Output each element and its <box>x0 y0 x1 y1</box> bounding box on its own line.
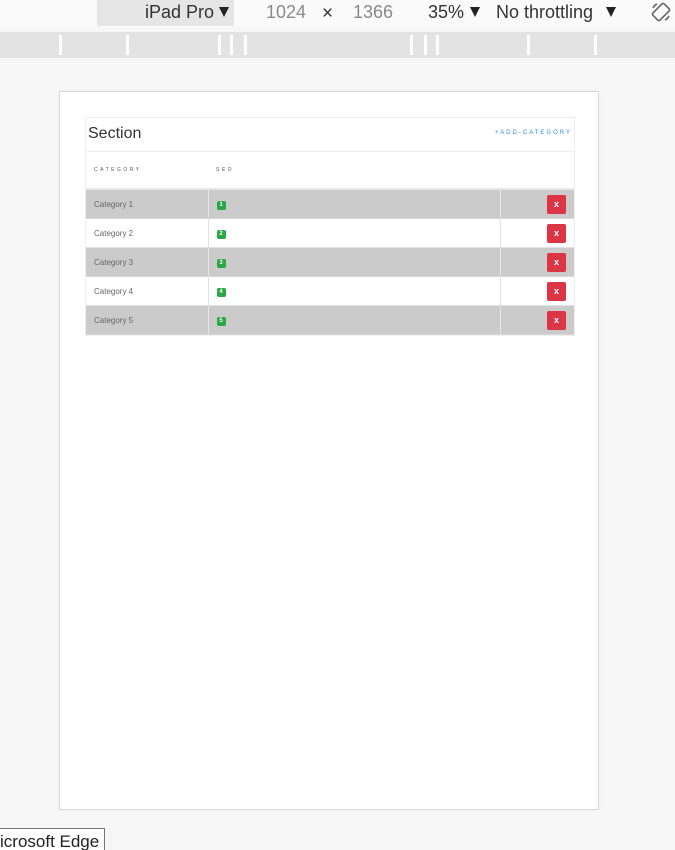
device-viewport: Section +ADD-CATEGORY CATEGORY SEO Categ… <box>59 91 599 810</box>
seo-cell: 2 <box>208 218 501 248</box>
category-name: Category 1 <box>86 189 209 219</box>
delete-button[interactable]: x <box>547 223 566 243</box>
table-row: Category 3 3 x <box>86 247 574 277</box>
seo-cell: 3 <box>208 247 501 277</box>
dimension-separator: × <box>322 3 334 24</box>
height-input[interactable]: 1366 <box>353 2 393 23</box>
taskbar-tooltip: icrosoft Edge <box>0 828 106 850</box>
table-row: Category 5 5 x <box>86 305 574 335</box>
seo-badge: 2 <box>216 229 226 239</box>
width-input[interactable]: 1024 <box>266 2 306 23</box>
ruler-tick <box>527 35 530 55</box>
rotate-icon[interactable] <box>650 1 672 23</box>
actions-cell: x <box>500 218 574 248</box>
delete-button[interactable]: x <box>547 194 566 214</box>
device-toolbar: iPad Pro 1024 × 1366 35% No throttling <box>0 0 675 27</box>
actions-cell: x <box>500 305 574 335</box>
column-header-category: CATEGORY <box>86 152 208 190</box>
section-title: Section <box>88 125 142 142</box>
section-header: Section +ADD-CATEGORY <box>86 118 574 152</box>
device-select[interactable]: iPad Pro <box>97 0 234 26</box>
seo-badge: 5 <box>216 316 226 326</box>
category-name: Category 5 <box>86 305 209 335</box>
seo-cell: 4 <box>208 276 501 306</box>
seo-badge: 1 <box>216 200 226 210</box>
zoom-select[interactable]: 35% <box>428 2 464 23</box>
ruler-tick <box>436 35 439 55</box>
actions-cell: x <box>500 276 574 306</box>
caret-down-icon <box>606 7 616 17</box>
seo-cell: 1 <box>208 189 501 219</box>
actions-cell: x <box>500 189 574 219</box>
ruler-tick <box>126 35 129 55</box>
ruler-tick <box>218 35 221 55</box>
table-header-row: CATEGORY SEO <box>86 152 574 190</box>
delete-button[interactable]: x <box>547 281 566 301</box>
device-select-label: iPad Pro <box>145 2 215 22</box>
ruler-tick <box>410 35 413 55</box>
caret-down-icon <box>219 7 229 17</box>
ruler-tick <box>230 35 233 55</box>
category-name: Category 3 <box>86 247 209 277</box>
add-category-link[interactable]: +ADD-CATEGORY <box>495 130 572 136</box>
media-query-ruler[interactable] <box>0 32 675 58</box>
table-row: Category 2 2 x <box>86 218 574 248</box>
seo-cell: 5 <box>208 305 501 335</box>
caret-down-icon <box>470 7 480 17</box>
column-header-actions <box>500 152 574 190</box>
ruler-tick <box>594 35 597 55</box>
table-row: Category 1 1 x <box>86 189 574 219</box>
seo-badge: 3 <box>216 258 226 268</box>
category-name: Category 2 <box>86 218 209 248</box>
ruler-tick <box>244 35 247 55</box>
category-name: Category 4 <box>86 276 209 306</box>
seo-badge: 4 <box>216 287 226 297</box>
ruler-tick <box>59 35 62 55</box>
actions-cell: x <box>500 247 574 277</box>
delete-button[interactable]: x <box>547 310 566 330</box>
categories-table: CATEGORY SEO Category 1 1 x Category 2 2… <box>86 152 574 335</box>
ruler-tick <box>424 35 427 55</box>
section-card: Section +ADD-CATEGORY CATEGORY SEO Categ… <box>85 117 575 336</box>
delete-button[interactable]: x <box>547 252 566 272</box>
throttling-select[interactable]: No throttling <box>496 2 593 23</box>
table-row: Category 4 4 x <box>86 276 574 306</box>
column-header-seo: SEO <box>208 152 500 190</box>
